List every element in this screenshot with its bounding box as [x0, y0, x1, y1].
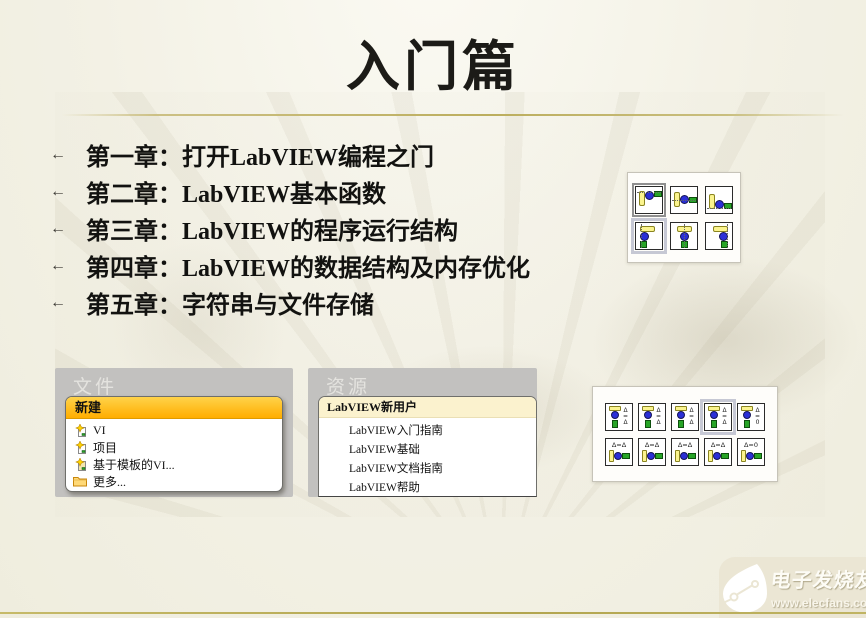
resources-panel-title: 资源: [326, 372, 370, 399]
align-top-edges-icon[interactable]: [635, 186, 663, 214]
new-vi-from-template-icon: [73, 458, 87, 471]
new-project-icon: [73, 441, 87, 454]
resource-link-documentation[interactable]: LabVIEW文档指南: [349, 460, 536, 479]
list-item: ← 第一章：打开LabVIEW编程之门: [44, 136, 644, 173]
align-left-edges-icon[interactable]: [635, 222, 663, 250]
chapter-text: 第四章：LabVIEW的数据结构及内存优化: [86, 248, 530, 283]
distribute-left-edges-icon[interactable]: Δ=Δ: [605, 438, 633, 466]
title-divider: [62, 114, 844, 116]
menu-item-new-vi-from-template[interactable]: 基于模板的VI...: [73, 456, 282, 473]
list-item: ← 第三章：LabVIEW的程序运行结构: [44, 210, 644, 247]
file-panel-title: 文件: [73, 372, 117, 399]
distribute-vertical-centers-icon[interactable]: Δ=Δ: [638, 403, 666, 431]
chapter-text: 第五章：字符串与文件存储: [86, 285, 374, 320]
distribute-horizontal-centers-icon[interactable]: Δ=Δ: [638, 438, 666, 466]
list-item: ← 第二章：LabVIEW基本函数: [44, 173, 644, 210]
align-bottom-edges-icon[interactable]: [705, 186, 733, 214]
distribute-vertical-compress-icon[interactable]: Δ=0: [737, 403, 765, 431]
bottom-divider: [0, 612, 866, 614]
distribute-vertical-gap-icon[interactable]: Δ=Δ: [704, 403, 732, 431]
file-card: 新建 VI: [65, 396, 283, 492]
new-users-section-header: LabVIEW新用户: [319, 397, 536, 418]
elecfans-brand-text: 电子发烧友: [769, 564, 866, 593]
list-item: ← 第四章：LabVIEW的数据结构及内存优化: [44, 247, 644, 284]
resource-link-fundamentals[interactable]: LabVIEW基础: [349, 441, 536, 460]
arrow-bullet-icon: ←: [44, 220, 86, 238]
menu-item-more[interactable]: 更多...: [73, 473, 282, 490]
distribute-horizontal-compress-icon[interactable]: Δ=0: [737, 438, 765, 466]
menu-item-label: 基于模板的VI...: [93, 456, 175, 473]
elecfans-watermark: 电子发烧友 www.elecfans.com: [719, 557, 866, 618]
elecfans-logo-icon: [721, 563, 769, 618]
new-section-header: 新建: [66, 397, 282, 419]
page-title: 入门篇: [0, 22, 866, 101]
distribute-horizontal-gap-icon[interactable]: Δ=Δ: [704, 438, 732, 466]
arrow-bullet-icon: ←: [44, 257, 86, 275]
file-panel: 文件 新建 VI: [55, 368, 293, 497]
align-horizontal-centers-icon[interactable]: [670, 222, 698, 250]
folder-icon: [73, 475, 87, 488]
align-objects-palette: [627, 172, 741, 263]
chapter-list: ← 第一章：打开LabVIEW编程之门 ← 第二章：LabVIEW基本函数 ← …: [44, 136, 644, 321]
new-vi-icon: [73, 424, 87, 437]
menu-item-label: VI: [93, 423, 106, 438]
list-item: ← 第五章：字符串与文件存储: [44, 284, 644, 321]
chapter-text: 第一章：打开LabVIEW编程之门: [86, 137, 434, 172]
resources-list: LabVIEW入门指南 LabVIEW基础 LabVIEW文档指南 LabVIE…: [319, 418, 536, 498]
arrow-bullet-icon: ←: [44, 146, 86, 164]
menu-item-new-project[interactable]: 项目: [73, 439, 282, 456]
distribute-top-edges-icon[interactable]: Δ=Δ: [605, 403, 633, 431]
menu-item-new-vi[interactable]: VI: [73, 422, 282, 439]
menu-item-label: 更多...: [93, 473, 126, 490]
menu-item-label: 项目: [93, 439, 117, 456]
elecfans-url-text: www.elecfans.com: [771, 596, 866, 610]
resources-card: LabVIEW新用户 LabVIEW入门指南 LabVIEW基础 LabVIEW…: [318, 396, 537, 497]
chapter-text: 第三章：LabVIEW的程序运行结构: [86, 211, 458, 246]
arrow-bullet-icon: ←: [44, 294, 86, 312]
align-vertical-centers-icon[interactable]: [670, 186, 698, 214]
resources-panel: 资源 LabVIEW新用户 LabVIEW入门指南 LabVIEW基础 LabV…: [308, 368, 537, 497]
align-right-edges-icon[interactable]: [705, 222, 733, 250]
distribute-right-edges-icon[interactable]: Δ=Δ: [671, 438, 699, 466]
arrow-bullet-icon: ←: [44, 183, 86, 201]
distribute-objects-palette: Δ=ΔΔ=ΔΔ=ΔΔ=ΔΔ=0Δ=ΔΔ=ΔΔ=ΔΔ=ΔΔ=0: [592, 386, 778, 482]
resource-link-help[interactable]: LabVIEW帮助: [349, 479, 536, 498]
file-menu: VI 项目: [66, 419, 282, 490]
chapter-text: 第二章：LabVIEW基本函数: [86, 174, 386, 209]
distribute-bottom-edges-icon[interactable]: Δ=Δ: [671, 403, 699, 431]
slide: 入门篇 ← 第一章：打开LabVIEW编程之门 ← 第二章：LabVIEW基本函…: [0, 0, 866, 618]
resource-link-getting-started[interactable]: LabVIEW入门指南: [349, 422, 536, 441]
